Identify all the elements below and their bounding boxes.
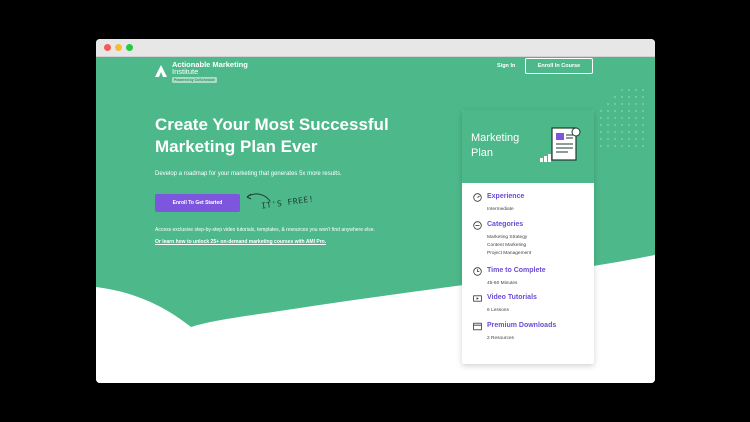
item-title: Video Tutorials <box>487 294 537 301</box>
gauge-icon <box>473 193 482 202</box>
item-line: Marketing Strategy <box>487 235 528 240</box>
browser-titlebar <box>96 39 655 57</box>
course-info-card: Marketing Plan Experience Intermediate C… <box>462 110 594 364</box>
logo-text: Actionable Marketing Institute Powered b… <box>172 61 248 83</box>
sign-in-link[interactable]: Sign In <box>497 63 515 69</box>
item-title: Premium Downloads <box>487 322 557 329</box>
access-text: Access exclusive step-by-step video tuto… <box>155 227 375 233</box>
enroll-to-get-started-button[interactable]: Enroll To Get Started <box>155 194 240 212</box>
ami-pro-link[interactable]: Or learn how to unlock 25+ on-demand mar… <box>155 239 326 245</box>
video-icon <box>473 295 482 302</box>
logo-mark-icon <box>155 65 167 77</box>
logo[interactable]: Actionable Marketing Institute Powered b… <box>154 61 248 83</box>
card-title-line1: Marketing <box>471 132 520 144</box>
minimize-window-button[interactable] <box>115 44 122 51</box>
logo-name-line2: Institute <box>172 67 199 76</box>
hero-headline-line2: Marketing Plan Ever <box>155 137 318 156</box>
item-line: 6 Lessons <box>487 308 509 313</box>
item-title: Categories <box>487 221 524 228</box>
document-illustration-icon <box>540 127 581 162</box>
logo-badge: Powered by CoSchedule <box>172 77 217 83</box>
enroll-in-course-button[interactable]: Enroll In Course <box>525 58 593 74</box>
close-window-button[interactable] <box>104 44 111 51</box>
browser-window: Actionable Marketing Institute Powered b… <box>96 39 655 383</box>
hero-headline: Create Your Most Successful Marketing Pl… <box>155 114 435 158</box>
item-title: Time to Complete <box>487 267 546 274</box>
item-title: Experience <box>487 193 525 200</box>
hero-subhead: Develop a roadmap for your marketing tha… <box>155 171 342 177</box>
item-line: 2 Resources <box>487 336 514 341</box>
card-header: Marketing Plan <box>462 110 594 183</box>
maximize-window-button[interactable] <box>126 44 133 51</box>
card-title: Marketing Plan <box>471 131 541 161</box>
item-line: Content Marketing <box>487 243 527 248</box>
hero-headline-line1: Create Your Most Successful <box>155 115 389 134</box>
download-icon <box>473 322 482 331</box>
item-line: 45-60 Minutes <box>487 281 518 286</box>
decorative-dot-grid <box>600 89 644 147</box>
clock-icon <box>473 267 482 276</box>
card-title-line2: Plan <box>471 147 494 159</box>
categories-icon <box>473 221 482 230</box>
item-line: Project Management <box>487 251 532 256</box>
landing-page: Actionable Marketing Institute Powered b… <box>96 57 655 383</box>
item-line: Intermediate <box>487 207 514 212</box>
